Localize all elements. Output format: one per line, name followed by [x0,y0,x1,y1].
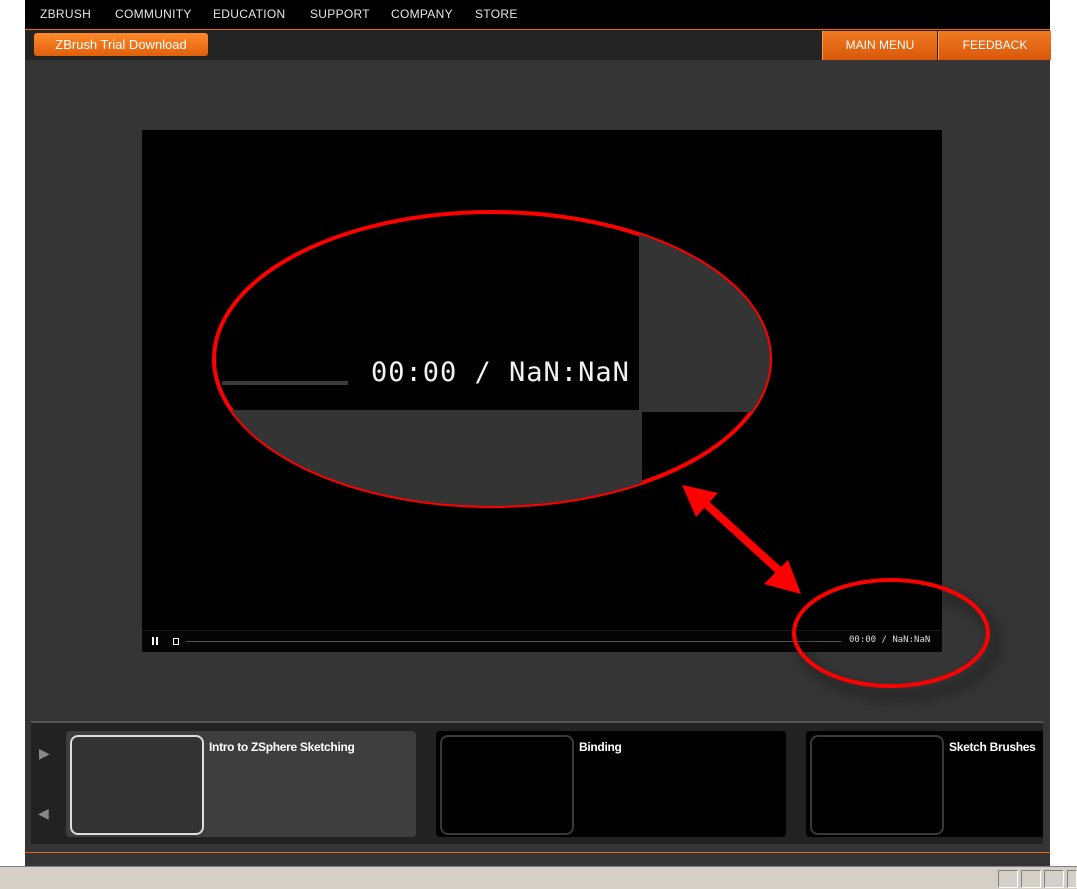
trial-download-button[interactable]: ZBrush Trial Download [34,33,208,56]
magnified-progress-track [222,381,348,385]
playlist-item-title: Sketch Brushes [949,740,1036,754]
playlist: ▶ ◀ Intro to ZSphere Sketching Binding S… [31,721,1043,844]
sub-bar: ZBrush Trial Download MAIN MENU FEEDBACK [25,30,1051,60]
status-pane [1021,870,1041,888]
main-menu-button[interactable]: MAIN MENU [822,31,937,60]
playlist-item[interactable]: Sketch Brushes [806,731,1043,837]
footer-divider [25,852,1050,853]
thumbnail [70,735,204,835]
status-pane [1067,870,1077,888]
thumbnail [440,735,574,835]
progress-track[interactable] [186,641,841,642]
nav-community[interactable]: COMMUNITY [115,7,192,21]
status-pane [998,870,1018,888]
next-arrow-icon[interactable]: ▶ [39,745,50,762]
pause-icon[interactable] [152,637,160,646]
nav-zbrush[interactable]: ZBRUSH [40,7,91,21]
nav-support[interactable]: SUPPORT [310,7,370,21]
status-pane [1044,870,1064,888]
playlist-item[interactable]: Intro to ZSphere Sketching [66,731,416,837]
top-navigation: ZBRUSH COMMUNITY EDUCATION SUPPORT COMPA… [25,0,1050,30]
nav-education[interactable]: EDUCATION [213,7,285,21]
time-display: 00:00 / NaN:NaN [849,635,931,645]
playlist-item-title: Binding [579,740,622,754]
browser-status-bar [0,866,1077,889]
thumbnail [810,735,944,835]
feedback-button[interactable]: FEEDBACK [938,31,1051,60]
magnified-controls-inset: 00:00 / NaN:NaN [222,242,639,409]
playlist-item-title: Intro to ZSphere Sketching [209,740,355,754]
nav-company[interactable]: COMPANY [391,7,453,21]
player-controls: 00:00 / NaN:NaN [142,630,942,652]
video-player[interactable]: 00:00 / NaN:NaN 00:00 / NaN:NaN [142,130,942,652]
nav-store[interactable]: STORE [475,7,518,21]
stop-icon[interactable] [173,638,179,645]
prev-arrow-icon[interactable]: ◀ [38,805,49,822]
magnified-time-display: 00:00 / NaN:NaN [371,357,630,388]
playlist-item[interactable]: Binding [436,731,786,837]
